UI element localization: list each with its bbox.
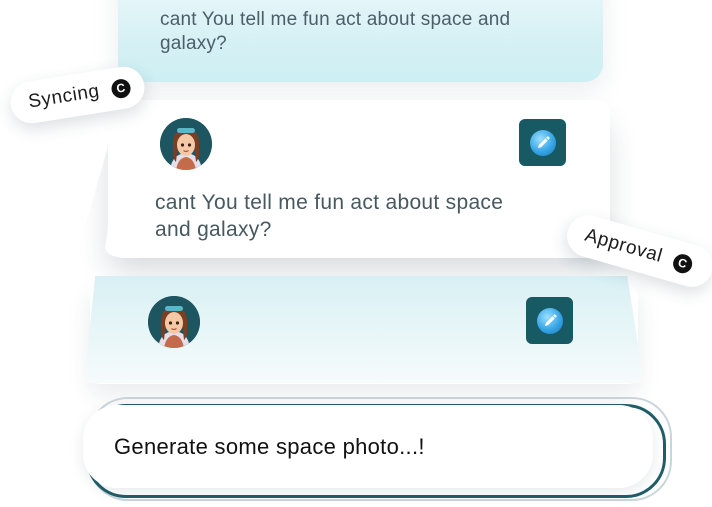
- girl-avatar-icon: [148, 296, 200, 348]
- chat-stage: cant You tell me fun act about space and…: [0, 0, 712, 507]
- avatar[interactable]: [160, 118, 212, 170]
- prompt-input[interactable]: [114, 433, 614, 460]
- message-card-top: cant You tell me fun act about space and…: [118, 0, 603, 82]
- tag-label: Syncing: [26, 80, 102, 113]
- girl-avatar-icon: [160, 118, 212, 170]
- edit-button[interactable]: [526, 297, 573, 344]
- copyright-icon: C: [670, 251, 695, 275]
- message-text: cant You tell me fun act about space and…: [155, 191, 504, 241]
- prompt-box[interactable]: [83, 405, 653, 488]
- copyright-icon: C: [109, 77, 132, 100]
- message-text: cant You tell me fun act about space and…: [160, 9, 511, 54]
- edit-button[interactable]: [519, 119, 566, 166]
- pencil-icon: [536, 307, 563, 334]
- pencil-icon: [529, 129, 556, 156]
- avatar[interactable]: [148, 296, 200, 348]
- tag-label: Approval: [582, 224, 665, 267]
